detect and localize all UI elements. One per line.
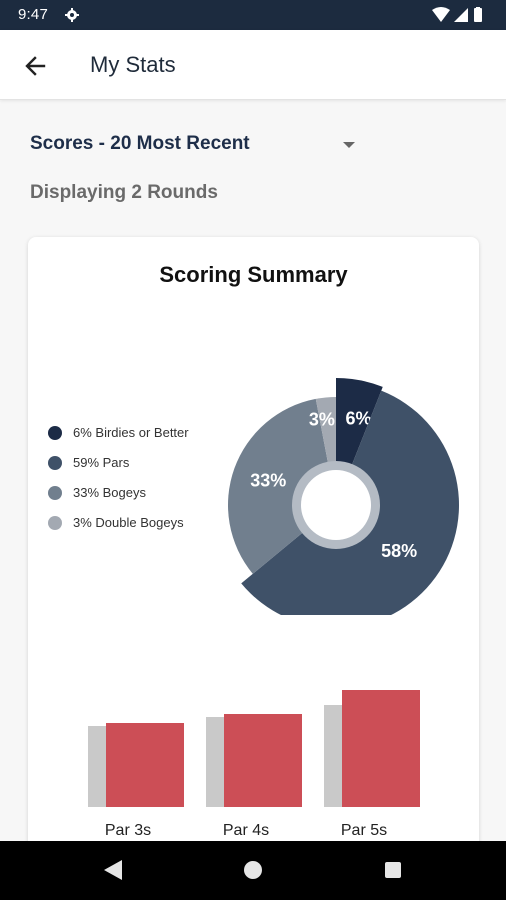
back-button[interactable] [16,47,54,85]
filter-label: Scores - 20 Most Recent [30,133,250,154]
pie-center-hole [301,470,371,540]
status-time: 9:47 [18,6,48,23]
pie-slice-label: 3% [309,409,335,429]
legend-swatch [48,426,62,440]
legend-label: 59% Pars [73,455,130,470]
legend-item: 3% Double Bogeys [48,512,248,542]
cell-signal-icon [454,8,468,22]
gear-icon [65,8,79,22]
bar-red [106,723,184,807]
dropdown-caret-icon [343,142,355,148]
bar-category-label: Par 3s [105,822,151,839]
pie-slice-label: 33% [250,471,286,491]
bar-category-label: Par 4s [223,822,269,839]
nav-recents-icon[interactable] [385,862,401,878]
status-icons [432,7,482,22]
legend-swatch [48,456,62,470]
legend-label: 3% Double Bogeys [73,515,184,530]
battery-icon [474,8,482,22]
legend-label: 33% Bogeys [73,485,146,500]
legend-item: 6% Birdies or Better [48,422,248,452]
app-bar: My Stats [0,30,506,100]
card-title: Scoring Summary [159,262,348,287]
bar-category-label: Par 5s [341,822,387,839]
page-title: My Stats [90,52,176,77]
scores-filter-dropdown[interactable]: Scores - 20 Most Recent [30,131,360,161]
bar-red [224,714,302,807]
par-bar-chart: Par 3s Par 4s Par 5s [88,690,420,839]
nav-home-icon[interactable] [244,861,262,879]
bar-red [342,690,420,807]
system-nav-bar [0,841,506,900]
legend-item: 59% Pars [48,452,248,482]
scoring-pie-chart: 6%58%33%3% [227,378,459,615]
scoring-summary-card: Scoring Summary 6% Birdies or Better 59%… [28,237,479,857]
rounds-count-text: Displaying 2 Rounds [30,182,218,203]
legend-swatch [48,486,62,500]
arrow-left-icon [25,56,46,76]
status-bar: 9:47 [0,0,506,30]
wifi-icon [432,7,450,22]
legend-swatch [48,516,62,530]
pie-legend: 6% Birdies or Better 59% Pars 33% Bogeys… [48,422,248,542]
legend-item: 33% Bogeys [48,482,248,512]
legend-label: 6% Birdies or Better [73,425,189,440]
nav-back-icon[interactable] [104,860,122,880]
pie-slice-label: 58% [381,541,417,561]
